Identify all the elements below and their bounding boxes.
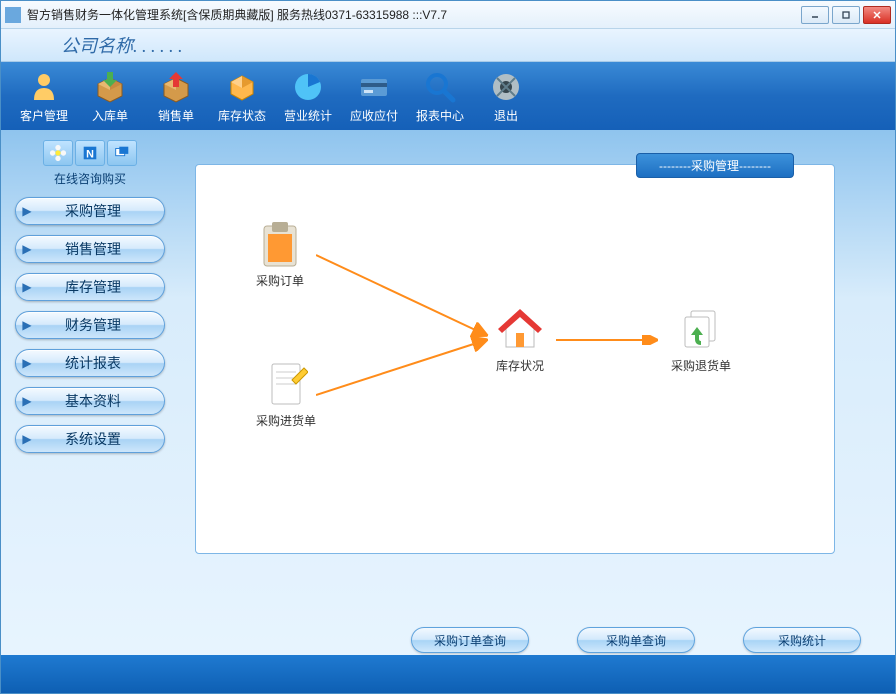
- toolbar-label: 销售单: [158, 107, 194, 124]
- node-purchase-order[interactable]: 采购订单: [256, 220, 304, 289]
- sidebar-item-finance[interactable]: ▶财务管理: [15, 311, 165, 339]
- chevron-right-icon: ▶: [16, 242, 38, 256]
- sidebar-item-sales[interactable]: ▶销售管理: [15, 235, 165, 263]
- arrow-icon: [316, 335, 496, 405]
- exit-icon: [488, 69, 524, 105]
- sidebar-item-label: 统计报表: [38, 353, 164, 373]
- toolbar-label: 营业统计: [284, 107, 332, 124]
- toolbar-inbound[interactable]: 入库单: [77, 65, 143, 128]
- node-label: 采购进货单: [256, 412, 316, 429]
- sidebar-item-basedata[interactable]: ▶基本资料: [15, 387, 165, 415]
- node-label: 库存状况: [496, 357, 544, 374]
- toolbar-reports[interactable]: 报表中心: [407, 65, 473, 128]
- chevron-right-icon: ▶: [16, 394, 38, 408]
- documents-icon: [677, 305, 725, 353]
- svg-text:N: N: [86, 149, 94, 161]
- toolbar-sales[interactable]: 销售单: [143, 65, 209, 128]
- sidebar-item-inventory[interactable]: ▶库存管理: [15, 273, 165, 301]
- window-title: 智方销售财务一体化管理系统[含保质期典藏版] 服务热线0371-63315988…: [27, 6, 801, 23]
- sidebar-item-label: 基本资料: [38, 391, 164, 411]
- toolbar-customer[interactable]: 客户管理: [11, 65, 77, 128]
- magnify-icon: [422, 69, 458, 105]
- note-icon[interactable]: N: [75, 140, 105, 166]
- action-row: 采购订单查询 采购单查询 采购统计: [411, 627, 861, 653]
- main-toolbar: 客户管理 入库单 销售单 库存状态 营业统计 应收应付 报表中心 退出: [1, 62, 895, 130]
- node-label: 采购退货单: [671, 357, 731, 374]
- pie-icon: [290, 69, 326, 105]
- sidebar-item-label: 销售管理: [38, 239, 164, 259]
- flow-panel: --------采购管理-------- 采购订单 采购进货单: [195, 164, 835, 554]
- document-edit-icon: [262, 360, 310, 408]
- chevron-right-icon: ▶: [16, 432, 38, 446]
- toolbar-label: 退出: [494, 107, 518, 124]
- chevron-right-icon: ▶: [16, 318, 38, 332]
- sidebar-item-label: 系统设置: [38, 429, 164, 449]
- node-purchase-return[interactable]: 采购退货单: [671, 305, 731, 374]
- panel-content: 采购订单 采购进货单 库存状况 采购退货单: [196, 165, 834, 553]
- company-name: 公司名称. . . . . .: [61, 32, 183, 58]
- flower-icon[interactable]: [43, 140, 73, 166]
- toolbar-exit[interactable]: 退出: [473, 65, 539, 128]
- window-controls: [801, 6, 891, 24]
- sidebar-item-settings[interactable]: ▶系统设置: [15, 425, 165, 453]
- toolbar-label: 客户管理: [20, 107, 68, 124]
- toolbar-label: 应收应付: [350, 107, 398, 124]
- user-icon: [26, 69, 62, 105]
- sidebar: N 在线咨询购买 ▶采购管理 ▶销售管理 ▶库存管理 ▶财务管理 ▶统计报表 ▶…: [1, 130, 179, 693]
- app-window: 智方销售财务一体化管理系统[含保质期典藏版] 服务热线0371-63315988…: [0, 0, 896, 694]
- main-area: --------采购管理-------- 采购订单 采购进货单: [179, 130, 895, 693]
- close-button[interactable]: [863, 6, 891, 24]
- header-band: 公司名称. . . . . .: [1, 29, 895, 62]
- toolbar-receivable[interactable]: 应收应付: [341, 65, 407, 128]
- minimize-button[interactable]: [801, 6, 829, 24]
- sidebar-item-label: 库存管理: [38, 277, 164, 297]
- sidebar-item-label: 财务管理: [38, 315, 164, 335]
- query-purchase-button[interactable]: 采购单查询: [577, 627, 695, 653]
- app-icon: [5, 7, 21, 23]
- cube-icon: [224, 69, 260, 105]
- node-purchase-receipt[interactable]: 采购进货单: [256, 360, 316, 429]
- titlebar: 智方销售财务一体化管理系统[含保质期典藏版] 服务热线0371-63315988…: [1, 1, 895, 29]
- card-icon: [356, 69, 392, 105]
- node-stock-status[interactable]: 库存状况: [496, 305, 544, 374]
- quick-label: 在线咨询购买: [11, 170, 169, 187]
- sidebar-item-label: 采购管理: [38, 201, 164, 221]
- toolbar-stats[interactable]: 营业统计: [275, 65, 341, 128]
- quick-icons: N: [11, 140, 169, 166]
- toolbar-label: 报表中心: [416, 107, 464, 124]
- node-label: 采购订单: [256, 272, 304, 289]
- toolbar-label: 入库单: [92, 107, 128, 124]
- arrow-icon: [316, 245, 496, 345]
- sidebar-item-purchase[interactable]: ▶采购管理: [15, 197, 165, 225]
- inbox-icon: [92, 69, 128, 105]
- outbox-icon: [158, 69, 194, 105]
- chevron-right-icon: ▶: [16, 356, 38, 370]
- maximize-button[interactable]: [832, 6, 860, 24]
- stats-purchase-button[interactable]: 采购统计: [743, 627, 861, 653]
- house-icon: [496, 305, 544, 353]
- arrow-icon: [556, 335, 666, 345]
- chevron-right-icon: ▶: [16, 204, 38, 218]
- query-order-button[interactable]: 采购订单查询: [411, 627, 529, 653]
- sidebar-item-reports[interactable]: ▶统计报表: [15, 349, 165, 377]
- chevron-right-icon: ▶: [16, 280, 38, 294]
- clipboard-icon: [256, 220, 304, 268]
- toolbar-label: 库存状态: [218, 107, 266, 124]
- body-area: N 在线咨询购买 ▶采购管理 ▶销售管理 ▶库存管理 ▶财务管理 ▶统计报表 ▶…: [1, 130, 895, 693]
- windows-icon[interactable]: [107, 140, 137, 166]
- toolbar-stock[interactable]: 库存状态: [209, 65, 275, 128]
